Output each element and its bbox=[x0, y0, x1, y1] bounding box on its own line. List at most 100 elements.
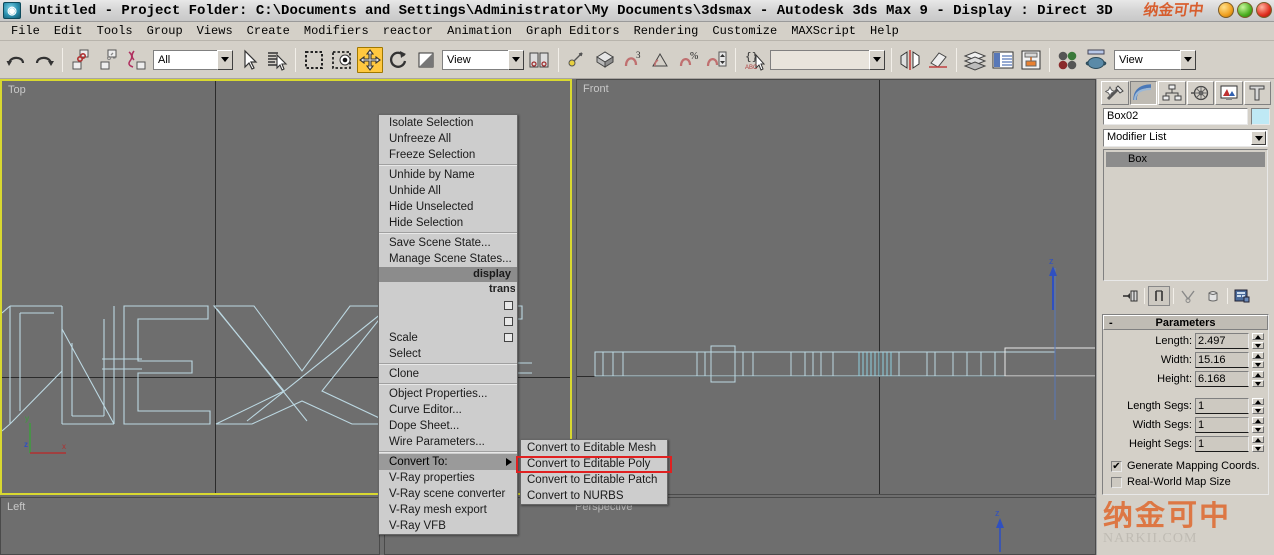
spinner-control[interactable] bbox=[1252, 398, 1264, 414]
spinner-control[interactable] bbox=[1252, 417, 1264, 433]
param-value-field[interactable]: 2.497 bbox=[1195, 333, 1249, 349]
quad-menu-item-convert-to[interactable]: Convert To: bbox=[379, 454, 517, 470]
param-value-field[interactable]: 1 bbox=[1195, 398, 1249, 414]
menu-item-help[interactable]: Help bbox=[863, 23, 906, 39]
spinner-up-icon[interactable] bbox=[1252, 352, 1264, 359]
remove-modifier-button[interactable] bbox=[1202, 286, 1224, 306]
angle-snap-toggle-button[interactable] bbox=[648, 47, 674, 73]
menu-item-create[interactable]: Create bbox=[240, 23, 297, 39]
utilities-tab[interactable] bbox=[1243, 81, 1271, 105]
modify-tab[interactable] bbox=[1129, 81, 1157, 105]
select-object-button[interactable] bbox=[236, 47, 262, 73]
snap-toggle-button[interactable] bbox=[592, 47, 618, 73]
named-selection-sets-button[interactable]: {} ABC bbox=[741, 47, 767, 73]
menu-item-reactor[interactable]: reactor bbox=[376, 23, 440, 39]
quad-menu-item-clone[interactable]: Clone bbox=[379, 366, 517, 382]
quad-menu-item-v-ray-mesh-export[interactable]: V-Ray mesh export bbox=[379, 502, 517, 518]
hierarchy-tab[interactable] bbox=[1158, 81, 1186, 105]
spinner-snap-toggle-button[interactable] bbox=[704, 47, 730, 73]
quad-menu-item-object-properties[interactable]: Object Properties... bbox=[379, 386, 517, 402]
quad-menu-item-v-ray-properties[interactable]: V-Ray properties bbox=[379, 470, 517, 486]
object-name-field[interactable]: Box02 bbox=[1103, 108, 1248, 125]
spinner-control[interactable] bbox=[1252, 352, 1264, 368]
unlink-selection-button[interactable] bbox=[96, 47, 122, 73]
viewport-left[interactable]: Left bbox=[0, 497, 380, 555]
configure-modifier-sets-button[interactable] bbox=[1231, 286, 1253, 306]
spinner-down-icon[interactable] bbox=[1252, 380, 1264, 387]
select-and-scale-button[interactable] bbox=[413, 47, 439, 73]
quad-menu-item-unhide-by-name[interactable]: Unhide by Name bbox=[379, 167, 517, 183]
layer-manager-button[interactable] bbox=[962, 47, 988, 73]
checkbox-unchecked-icon[interactable] bbox=[1111, 476, 1122, 488]
menu-item-group[interactable]: Group bbox=[140, 23, 190, 39]
menu-item-file[interactable]: File bbox=[4, 23, 47, 39]
spinner-down-icon[interactable] bbox=[1252, 407, 1264, 414]
quad-menu-item-freeze-selection[interactable]: Freeze Selection bbox=[379, 147, 517, 163]
spinner-control[interactable] bbox=[1252, 436, 1264, 452]
menu-item-tools[interactable]: Tools bbox=[90, 23, 140, 39]
select-by-name-button[interactable] bbox=[264, 47, 290, 73]
quad-menu-item-manage-scene-states[interactable]: Manage Scene States... bbox=[379, 251, 517, 267]
spinner-down-icon[interactable] bbox=[1252, 342, 1264, 349]
quad-menu-item-unhide-all[interactable]: Unhide All bbox=[379, 183, 517, 199]
submenu-item-convert-to-nurbs[interactable]: Convert to NURBS bbox=[521, 488, 667, 504]
minimize-button[interactable] bbox=[1218, 2, 1234, 18]
schematic-view-button[interactable] bbox=[1018, 47, 1044, 73]
chevron-down-icon[interactable] bbox=[1180, 49, 1196, 70]
param-value-field[interactable]: 1 bbox=[1195, 436, 1249, 452]
use-pivot-point-center-button[interactable] bbox=[527, 47, 553, 73]
viewport-front[interactable]: Front z x bbox=[576, 79, 1096, 495]
scale-settings-box-icon[interactable] bbox=[504, 333, 513, 342]
menu-item-maxscript[interactable]: MAXScript bbox=[784, 23, 863, 39]
collapse-icon[interactable]: - bbox=[1109, 317, 1113, 329]
selection-filter-combo[interactable]: All bbox=[153, 49, 233, 70]
render-scene-button[interactable] bbox=[1083, 47, 1109, 73]
menu-item-rendering[interactable]: Rendering bbox=[627, 23, 706, 39]
spinner-up-icon[interactable] bbox=[1252, 333, 1264, 340]
quad-menu-item-hide-selection[interactable]: Hide Selection bbox=[379, 215, 517, 231]
quad-menu-item-dope-sheet[interactable]: Dope Sheet... bbox=[379, 418, 517, 434]
menu-item-animation[interactable]: Animation bbox=[440, 23, 519, 39]
menu-item-views[interactable]: Views bbox=[190, 23, 240, 39]
menu-item-modifiers[interactable]: Modifiers bbox=[297, 23, 376, 39]
view-dropdown[interactable]: View bbox=[1114, 49, 1196, 70]
quad-menu-rotate-row[interactable] bbox=[379, 314, 517, 330]
redo-button[interactable] bbox=[31, 47, 57, 73]
chevron-down-icon[interactable] bbox=[1251, 131, 1266, 145]
undo-button[interactable] bbox=[3, 47, 29, 73]
stack-item-box[interactable]: Box bbox=[1106, 152, 1265, 167]
select-and-rotate-button[interactable] bbox=[385, 47, 411, 73]
checkbox-checked-icon[interactable]: ✔ bbox=[1111, 460, 1122, 472]
submenu-item-convert-to-editable-mesh[interactable]: Convert to Editable Mesh bbox=[521, 440, 667, 456]
pin-stack-button[interactable] bbox=[1119, 286, 1141, 306]
mirror-button[interactable] bbox=[897, 47, 923, 73]
object-color-swatch[interactable] bbox=[1251, 108, 1270, 125]
quad-menu-item-scale[interactable]: Scale bbox=[379, 330, 517, 346]
quad-menu-item-wire-parameters[interactable]: Wire Parameters... bbox=[379, 434, 517, 450]
param-value-field[interactable]: 1 bbox=[1195, 417, 1249, 433]
quad-context-menu[interactable]: Isolate Selection Unfreeze All Freeze Sele… bbox=[378, 114, 518, 535]
menu-item-customize[interactable]: Customize bbox=[705, 23, 784, 39]
spinner-up-icon[interactable] bbox=[1252, 436, 1264, 443]
modifier-stack[interactable]: Box bbox=[1103, 149, 1268, 281]
select-and-link-button[interactable] bbox=[68, 47, 94, 73]
parameters-rollout-header[interactable]: - Parameters bbox=[1103, 315, 1268, 330]
submenu-item-convert-to-editable-patch[interactable]: Convert to Editable Patch bbox=[521, 472, 667, 488]
quad-menu-item-select[interactable]: Select bbox=[379, 346, 517, 362]
spinner-down-icon[interactable] bbox=[1252, 426, 1264, 433]
display-tab[interactable] bbox=[1215, 81, 1243, 105]
select-and-move-button[interactable] bbox=[357, 46, 383, 73]
close-button[interactable] bbox=[1256, 2, 1272, 18]
spinner-up-icon[interactable] bbox=[1252, 371, 1264, 378]
chevron-down-icon[interactable] bbox=[217, 49, 233, 70]
maximize-button[interactable] bbox=[1237, 2, 1253, 18]
percent-snap-toggle-button[interactable]: % bbox=[676, 47, 702, 73]
material-editor-button[interactable] bbox=[1055, 47, 1081, 73]
quad-menu-move-row[interactable] bbox=[379, 298, 517, 314]
curve-editor-button[interactable] bbox=[990, 47, 1016, 73]
quad-menu-item-unfreeze-all[interactable]: Unfreeze All bbox=[379, 131, 517, 147]
convert-to-submenu[interactable]: Convert to Editable Mesh Convert to Edita… bbox=[520, 439, 668, 505]
snaps-3d-button[interactable]: 3 bbox=[620, 47, 646, 73]
reference-coordinate-system-combo[interactable]: View bbox=[442, 49, 524, 70]
quad-menu-item-v-ray-vfb[interactable]: V-Ray VFB bbox=[379, 518, 517, 534]
